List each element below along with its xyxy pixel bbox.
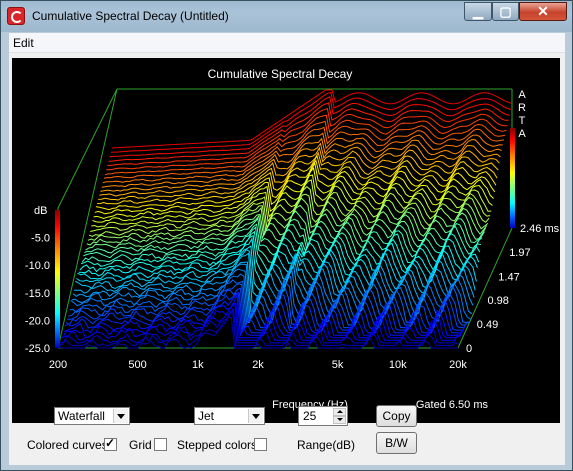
mode-label: Mode bbox=[19, 410, 50, 424]
x-tick-label: 20k bbox=[449, 359, 467, 371]
spin-up-icon[interactable] bbox=[333, 408, 346, 416]
decay-curve bbox=[95, 159, 497, 211]
z-tick-label: 1.97 bbox=[509, 247, 530, 259]
x-tick-label: 200 bbox=[49, 359, 67, 371]
colorbar-right bbox=[510, 128, 515, 228]
decay-curve bbox=[107, 108, 508, 166]
range-label: Range(dB) bbox=[297, 438, 356, 452]
chevron-down-icon bbox=[248, 409, 263, 423]
x-tick-label: 500 bbox=[128, 359, 146, 371]
palette-label: Palette bbox=[151, 410, 189, 424]
menu-bar: Edit bbox=[9, 33, 565, 53]
colored-curves-checkbox[interactable] bbox=[104, 436, 117, 451]
y-tick-labels: -5.0 -10.0 -15.0 -20.0 -25.0 bbox=[25, 233, 50, 355]
y-tick-label: -25.0 bbox=[25, 343, 50, 355]
x-tick-label: 10k bbox=[389, 359, 407, 371]
y-tick-label: -20.0 bbox=[25, 315, 50, 327]
z-tick-label: 0 bbox=[466, 343, 472, 355]
mode-select[interactable]: Waterfall bbox=[54, 407, 130, 425]
decay-curve bbox=[99, 146, 500, 197]
colorbar-left bbox=[55, 210, 60, 348]
chart-title: Cumulative Spectral Decay bbox=[208, 67, 353, 81]
decay-curves bbox=[57, 89, 513, 349]
maximize-button[interactable]: ▢ bbox=[492, 2, 519, 21]
app-window: Cumulative Spectral Decay (Untitled) ▁ ▢… bbox=[0, 0, 573, 471]
x-tick-label: 1k bbox=[192, 359, 204, 371]
client-area: Edit Cumulative Spectral Decay dB Freque… bbox=[9, 33, 565, 465]
chevron-down-icon bbox=[113, 409, 128, 423]
spin-down-icon[interactable] bbox=[333, 416, 346, 424]
minimize-button[interactable]: ▁ bbox=[464, 2, 492, 21]
z-tick-label: 0.49 bbox=[477, 319, 498, 331]
z-tick-label: 0.98 bbox=[488, 295, 509, 307]
arta-letter: T bbox=[519, 115, 526, 127]
arta-letter: A bbox=[518, 89, 526, 101]
grid-label: Grid bbox=[129, 438, 152, 452]
title-bar[interactable]: Cumulative Spectral Decay (Untitled) ▁ ▢… bbox=[1, 1, 572, 32]
z-tick-labels: 0 0.49 0.98 1.47 1.97 2.46 ms bbox=[466, 223, 560, 355]
menu-item-edit[interactable]: Edit bbox=[13, 36, 34, 50]
range-spinner[interactable]: 25 bbox=[298, 406, 348, 426]
x-tick-label: 2k bbox=[252, 359, 264, 371]
y-tick-label: -10.0 bbox=[25, 260, 50, 272]
gate-label: Gated 6.50 ms bbox=[416, 399, 489, 411]
range-value: 25 bbox=[303, 409, 317, 423]
grid-checkbox[interactable] bbox=[154, 438, 167, 451]
arta-letter: A bbox=[518, 128, 526, 140]
x-tick-labels: 200 500 1k 2k 5k 10k 20k bbox=[49, 359, 468, 371]
arta-vertical-label: ARTA bbox=[518, 89, 526, 140]
arta-app-icon bbox=[7, 7, 25, 25]
palette-select[interactable]: Jet bbox=[194, 407, 265, 425]
y-axis-label: dB bbox=[34, 205, 47, 217]
mode-select-value: Waterfall bbox=[58, 409, 105, 423]
csd-chart-svg: Cumulative Spectral Decay dB Frequency (… bbox=[25, 67, 560, 411]
stepped-colors-checkbox[interactable] bbox=[254, 438, 267, 451]
y-tick-label: -5.0 bbox=[31, 233, 50, 245]
x-tick-label: 5k bbox=[332, 359, 344, 371]
window-title: Cumulative Spectral Decay (Untitled) bbox=[32, 9, 229, 23]
colored-curves-label: Colored curves bbox=[27, 438, 108, 452]
z-tick-label: 1.47 bbox=[498, 271, 519, 283]
close-button[interactable]: ✕ bbox=[519, 2, 567, 21]
arta-letter: R bbox=[518, 102, 526, 114]
csd-plot: Cumulative Spectral Decay dB Frequency (… bbox=[12, 58, 560, 423]
y-tick-label: -15.0 bbox=[25, 288, 50, 300]
decay-curve bbox=[91, 179, 492, 228]
stepped-colors-label: Stepped colors bbox=[177, 438, 258, 452]
decay-curve bbox=[94, 161, 496, 215]
copy-button[interactable]: Copy bbox=[376, 405, 417, 427]
bw-button[interactable]: B/W bbox=[376, 432, 417, 454]
palette-select-value: Jet bbox=[198, 409, 215, 423]
z-tick-label: 2.46 ms bbox=[520, 223, 560, 235]
